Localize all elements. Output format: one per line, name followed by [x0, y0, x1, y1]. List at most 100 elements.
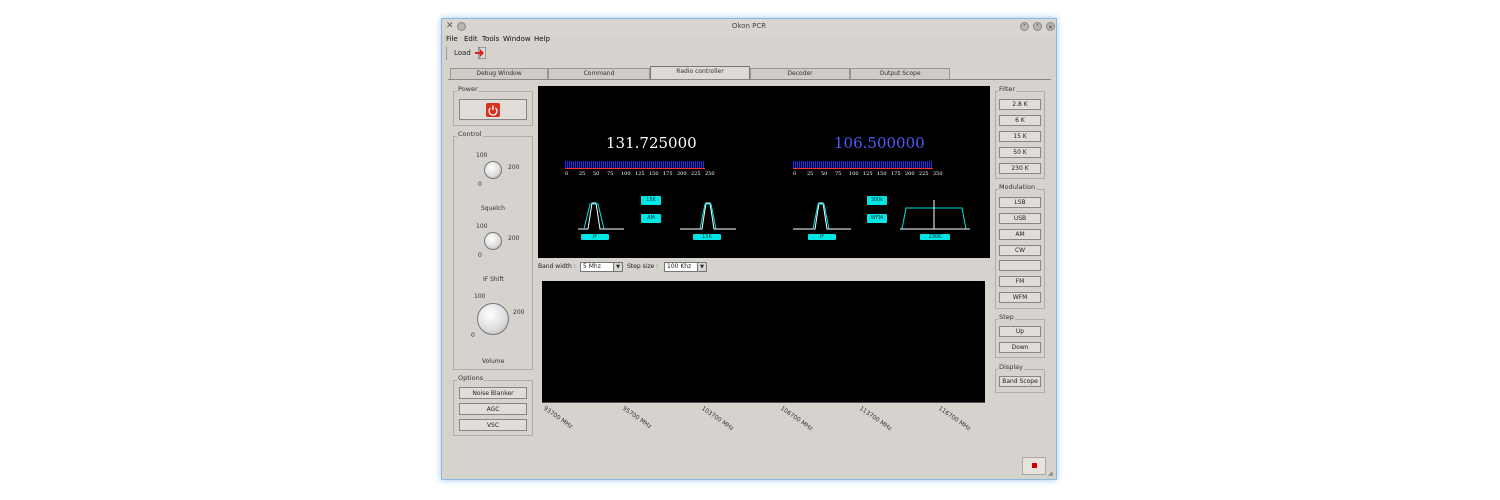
- bandwidth-select[interactable]: 5 Mhz ▼: [580, 262, 623, 272]
- noise-blanker-button[interactable]: Noise Blanker: [459, 387, 527, 399]
- band-axis-label: 116700 MHz: [936, 405, 972, 433]
- record-button[interactable]: [1022, 457, 1046, 475]
- filter-230k-button[interactable]: 230 K: [999, 163, 1041, 174]
- receiver2-bw-badge: 230K: [920, 234, 950, 240]
- menu-file[interactable]: File: [446, 35, 458, 43]
- receiver2-filter-badge: 300k: [867, 196, 887, 205]
- step-label: Step: [998, 313, 1015, 321]
- minimize-button[interactable]: ˅: [1020, 22, 1029, 31]
- scale-tick-label: 250: [705, 171, 715, 177]
- scale-tick-label: 225: [691, 171, 701, 177]
- squelch-max: 200: [508, 164, 520, 171]
- squelch-knob[interactable]: [484, 161, 502, 179]
- scale-tick-label: 0: [793, 171, 797, 177]
- scale-tick-label: 125: [635, 171, 645, 177]
- volume-min: 0: [471, 332, 475, 339]
- stepsize-select[interactable]: 100 Khz ▼: [664, 262, 707, 272]
- step-up-button[interactable]: Up: [999, 326, 1041, 337]
- mode-wfm-button[interactable]: WFM: [999, 292, 1041, 303]
- band-scope-display: [542, 281, 985, 402]
- squelch-min: 0: [478, 181, 482, 188]
- ifshift-label: IF Shift: [483, 276, 504, 283]
- display-label: Display: [998, 363, 1024, 371]
- band-scope-button[interactable]: Band Scope: [999, 376, 1041, 387]
- title-bar: ✕ Okon PCR ˅ ˄ ×: [442, 19, 1056, 35]
- filter-6k-button[interactable]: 6 K: [999, 115, 1041, 126]
- ifshift-max: 200: [508, 235, 520, 242]
- band-axis-line: [542, 402, 985, 403]
- toolbar: Load: [444, 46, 1054, 62]
- control-label: Control: [457, 130, 483, 138]
- step-down-button[interactable]: Down: [999, 342, 1041, 353]
- volume-max: 200: [513, 309, 525, 316]
- bandwidth-value: 5 Mhz: [583, 263, 601, 270]
- close-button[interactable]: ×: [1046, 22, 1055, 31]
- receiver1-if-filter-shape: [578, 202, 624, 230]
- band-axis-label: 106700 MHz: [778, 405, 814, 433]
- scale-tick-label: 75: [835, 171, 842, 177]
- power-button[interactable]: [459, 99, 527, 120]
- receiver1-mode-badge: AM: [641, 214, 661, 223]
- tab-debug-window[interactable]: Debug Window: [450, 68, 548, 79]
- scale-tick-label: 200: [677, 171, 687, 177]
- scale-tick-label: 75: [607, 171, 614, 177]
- scale-tick-label: 150: [877, 171, 887, 177]
- mode-fm-button[interactable]: FM: [999, 276, 1041, 287]
- receiver1-if-badge: IF: [581, 234, 609, 240]
- ifshift-min: 0: [478, 252, 482, 259]
- filter-15k-button[interactable]: 15 K: [999, 131, 1041, 142]
- mode-lsb-button[interactable]: LSB: [999, 197, 1041, 208]
- receiver1-scale: 0 25 50 75 100 125 150 175 200 225 250: [565, 171, 715, 179]
- tab-decoder[interactable]: Decoder: [750, 68, 850, 79]
- receiver2-scale: 0 25 50 75 100 125 150 175 200 225 250: [793, 171, 943, 179]
- agc-button[interactable]: AGC: [459, 403, 527, 415]
- power-label: Power: [457, 85, 479, 93]
- volume-knob[interactable]: [477, 303, 509, 335]
- resize-grip-icon[interactable]: ◢: [1048, 471, 1054, 477]
- load-label[interactable]: Load: [454, 49, 471, 57]
- band-axis-label: 93700 MHz: [541, 405, 574, 431]
- scale-tick-label: 175: [663, 171, 673, 177]
- window-title: Okon PCR: [731, 22, 767, 30]
- mode-blank-button[interactable]: [999, 260, 1041, 271]
- maximize-button[interactable]: ˄: [1033, 22, 1042, 31]
- tab-output-scope[interactable]: Output Scope: [850, 68, 950, 79]
- tab-command[interactable]: Command: [548, 68, 650, 79]
- scale-tick-label: 50: [593, 171, 600, 177]
- receiver1-bw-badge: 15K: [693, 234, 721, 240]
- vsc-button[interactable]: VSC: [459, 419, 527, 431]
- mode-usb-button[interactable]: USB: [999, 213, 1041, 224]
- power-icon: [486, 103, 500, 117]
- band-axis-label: 95700 MHz: [620, 405, 653, 431]
- scale-tick-label: 250: [933, 171, 943, 177]
- menu-window[interactable]: Window: [503, 35, 531, 43]
- scale-tick-label: 150: [649, 171, 659, 177]
- scale-tick-label: 25: [579, 171, 586, 177]
- receiver2-bw-filter-shape: [900, 200, 970, 230]
- mode-cw-button[interactable]: CW: [999, 245, 1041, 256]
- menu-help[interactable]: Help: [534, 35, 550, 43]
- scale-tick-label: 25: [807, 171, 814, 177]
- receiver2-signal-bar: [793, 161, 933, 168]
- filter-label: Filter: [998, 85, 1017, 93]
- chevron-down-icon: ▼: [697, 263, 706, 271]
- receiver2-frequency: 106.500000: [834, 134, 925, 152]
- bandwidth-label: Band width :: [538, 263, 576, 270]
- tab-radio-controller[interactable]: Radio controller: [650, 66, 750, 79]
- receiver1-scale-line: [565, 168, 705, 169]
- menu-edit[interactable]: Edit: [464, 35, 478, 43]
- filter-50k-button[interactable]: 50 K: [999, 147, 1041, 158]
- app-window: ✕ Okon PCR ˅ ˄ × File Edit Tools Window …: [441, 18, 1057, 480]
- receiver1-frequency: 131.725000: [606, 134, 697, 152]
- scale-tick-label: 50: [821, 171, 828, 177]
- filter-2-8k-button[interactable]: 2.8 K: [999, 99, 1041, 110]
- scale-tick-label: 100: [621, 171, 631, 177]
- receiver2-if-filter-shape: [793, 202, 851, 230]
- menu-tools[interactable]: Tools: [482, 35, 499, 43]
- mode-am-button[interactable]: AM: [999, 229, 1041, 240]
- ifshift-knob[interactable]: [484, 232, 502, 250]
- receiver1-bw-filter-shape: [680, 202, 736, 230]
- receiver1-filter-badge: 15K: [641, 196, 661, 205]
- scale-tick-label: 125: [863, 171, 873, 177]
- load-icon[interactable]: [475, 46, 487, 60]
